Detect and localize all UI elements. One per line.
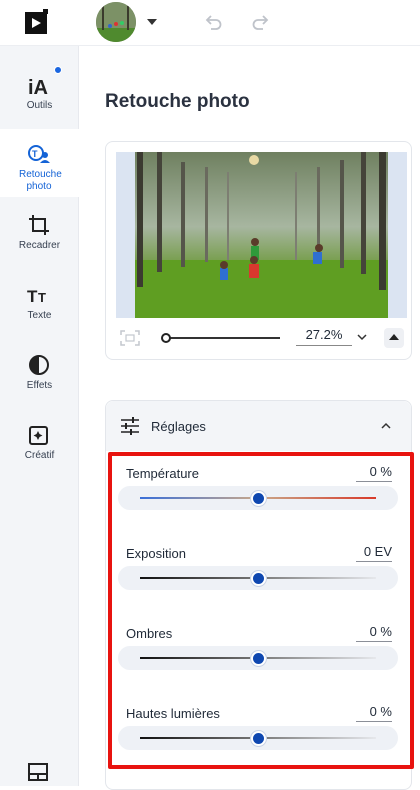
zoom-slider-handle[interactable]	[161, 333, 171, 343]
sidebar-item-retouche-photo[interactable]: T Retouche photo	[0, 129, 79, 197]
top-bar	[0, 0, 420, 46]
sidebar-item-label: Texte	[27, 310, 52, 321]
sidebar-item-label: Recadrer	[18, 240, 61, 251]
page-title: Retouche photo	[105, 91, 250, 112]
svg-text:iA: iA	[28, 77, 48, 98]
notification-dot	[54, 66, 62, 74]
fit-to-screen-icon[interactable]	[120, 330, 140, 346]
account-dropdown-icon[interactable]	[147, 19, 157, 25]
photo-image	[135, 152, 388, 318]
highlight-box	[108, 452, 414, 769]
effects-icon	[29, 355, 49, 375]
photo-retouch-icon: T	[28, 145, 50, 163]
sidebar-item-outils[interactable]: iA Outils	[0, 66, 79, 130]
ai-icon: iA	[28, 77, 48, 98]
sidebar-item-effets[interactable]: Effets	[0, 346, 79, 410]
redo-icon[interactable]	[250, 11, 272, 33]
layout-panel-icon[interactable]	[28, 763, 48, 781]
undo-icon[interactable]	[202, 11, 224, 33]
sidebar-item-label: Outils	[26, 100, 53, 111]
creative-icon	[29, 426, 48, 445]
app-logo-icon[interactable]	[24, 9, 50, 35]
sidebar: iA Outils T Retouche photo Recadrer T T …	[0, 46, 79, 786]
sidebar-item-label: Créatif	[24, 450, 55, 461]
sidebar-item-label: Effets	[26, 380, 53, 391]
sidebar-item-label: Retouche photo	[19, 169, 62, 192]
collapse-preview-button[interactable]	[384, 328, 404, 348]
sidebar-item-recadrer[interactable]: Recadrer	[0, 206, 79, 270]
chevron-down-icon[interactable]	[356, 332, 368, 342]
crop-icon	[29, 215, 49, 235]
chevron-up-icon[interactable]	[380, 421, 392, 431]
photo-preview	[116, 152, 407, 318]
zoom-value-field[interactable]: 27.2%	[296, 327, 352, 346]
adjustments-title: Réglages	[151, 419, 206, 434]
adjustments-header[interactable]: Réglages	[106, 401, 411, 451]
svg-text:T: T	[32, 149, 38, 159]
sidebar-item-texte[interactable]: T T Texte	[0, 276, 79, 340]
sliders-icon	[121, 417, 139, 435]
zoom-slider-track[interactable]	[162, 337, 280, 339]
svg-text:T: T	[38, 290, 46, 305]
image-preview-card: 27.2%	[105, 141, 412, 360]
text-icon: T T	[27, 287, 46, 306]
sidebar-item-creatif[interactable]: Créatif	[0, 416, 79, 480]
svg-text:T: T	[27, 287, 38, 306]
avatar[interactable]	[96, 2, 136, 42]
